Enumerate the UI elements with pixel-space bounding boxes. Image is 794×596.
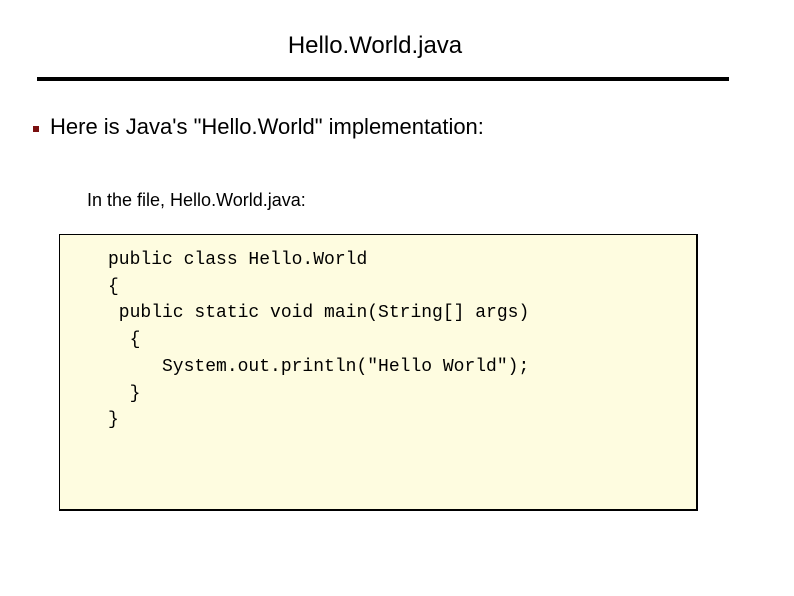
code-line: { bbox=[108, 330, 141, 351]
code-line: public class Hello.World bbox=[108, 250, 368, 270]
code-line: { bbox=[108, 276, 119, 297]
code-line: } bbox=[108, 410, 119, 431]
code-line: System.out.println("Hello World"); bbox=[108, 356, 530, 377]
bullet-item: Here is Java's "Hello.World" implementat… bbox=[33, 114, 484, 140]
code-line: public static void main(String[] args) bbox=[108, 303, 530, 324]
code-block: public class Hello.World { public static … bbox=[59, 234, 698, 511]
code-listing: public class Hello.World { public static … bbox=[108, 247, 529, 434]
file-caption: In the file, Hello.World.java: bbox=[87, 190, 306, 210]
title-divider bbox=[37, 77, 729, 81]
slide-title: Hello.World.java bbox=[287, 32, 463, 59]
square-bullet-icon bbox=[33, 126, 39, 132]
code-line: } bbox=[108, 383, 141, 404]
bullet-text: Here is Java's "Hello.World" implementat… bbox=[50, 114, 484, 139]
